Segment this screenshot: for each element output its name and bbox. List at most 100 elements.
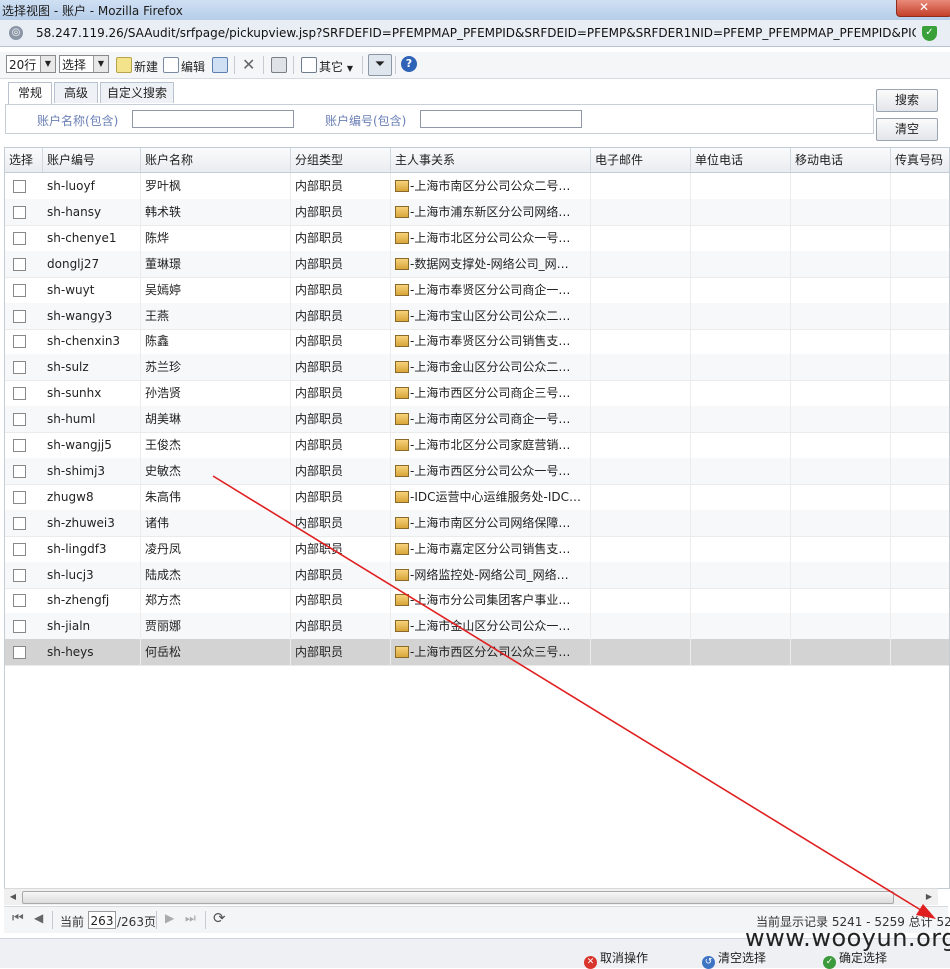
window-close-button[interactable]: ✕ [896, 0, 950, 17]
table-row[interactable]: sh-sulz 苏兰珍 内部职员 -上海市金山区分公司公众二… [5, 354, 949, 382]
print-button[interactable] [271, 57, 289, 73]
table-row[interactable]: sh-zhuwei3 诸伟 内部职员 -上海市南区分公司网络保障… [5, 509, 949, 537]
other-menu-button[interactable]: 其它 ▼ [301, 57, 353, 74]
table-row[interactable]: sh-heys 何岳松 内部职员 -上海市西区分公司公众三号… [5, 639, 949, 667]
column-header[interactable]: 单位电话 [691, 148, 791, 172]
row-checkbox[interactable] [13, 439, 26, 452]
column-header[interactable]: 账户名称 [141, 148, 291, 172]
column-header[interactable]: 分组类型 [291, 148, 391, 172]
select-dropdown[interactable]: 选择 ▼ [59, 55, 109, 73]
scrollbar-thumb[interactable] [22, 891, 894, 904]
edit-button[interactable]: 编辑 [163, 57, 205, 74]
tab-advanced[interactable]: 高级 [54, 82, 98, 103]
cell-empty [891, 225, 949, 251]
table-row[interactable]: sh-wuyt 吴嫣婷 内部职员 -上海市奉贤区分公司商企一… [5, 276, 949, 304]
column-header[interactable]: 账户编号 [43, 148, 141, 172]
table-row[interactable]: sh-wangy3 王燕 内部职员 -上海市宝山区分公司公众二… [5, 302, 949, 330]
address-bar[interactable]: ◎ 58.247.119.26/SAAudit/srfpage/pickupvi… [0, 20, 950, 47]
row-checkbox[interactable] [13, 464, 26, 478]
table-row[interactable]: sh-chenxin3 陈鑫 内部职员 -上海市奉贤区分公司销售支… [5, 328, 949, 356]
scroll-right-icon[interactable]: ▶ [922, 890, 936, 904]
cell-id: zhugw8 [43, 483, 141, 510]
delete-icon[interactable]: ✕ [242, 57, 255, 73]
table-row[interactable]: sh-lingdf3 凌丹凤 内部职员 -上海市嘉定区分公司销售支… [5, 535, 949, 563]
undo-icon: ↺ [702, 956, 715, 969]
url-text[interactable]: 58.247.119.26/SAAudit/srfpage/pickupview… [36, 26, 916, 40]
refresh-icon[interactable]: ⟳ [213, 909, 226, 927]
cell-empty [791, 224, 891, 251]
cell-id: sh-zhuwei3 [43, 509, 141, 536]
column-header[interactable]: 选择 [5, 148, 43, 172]
row-checkbox[interactable] [13, 516, 26, 530]
table-row[interactable]: sh-zhengfj 郑方杰 内部职员 -上海市分公司集团客户事业… [5, 587, 949, 615]
cell-empty [891, 303, 949, 329]
tab-general[interactable]: 常规 [8, 82, 52, 104]
cell-empty [591, 328, 691, 355]
tab-custom-search[interactable]: 自定义搜索 [100, 82, 174, 103]
row-checkbox[interactable] [13, 646, 26, 660]
row-checkbox[interactable] [13, 180, 26, 193]
column-header[interactable]: 电子邮件 [591, 148, 691, 172]
table-row[interactable]: sh-sunhx 孙浩贤 内部职员 -上海市西区分公司商企三号… [5, 380, 949, 408]
row-checkbox[interactable] [13, 542, 26, 556]
row-checkbox[interactable] [13, 283, 26, 297]
row-checkbox[interactable] [13, 231, 26, 245]
new-button[interactable]: 新建 [116, 57, 158, 74]
table-row[interactable]: zhugw8 朱高伟 内部职员 -IDC运营中心运维服务处-IDC… [5, 483, 949, 511]
first-page-icon[interactable]: ⏮ [12, 911, 24, 926]
cell-empty [791, 173, 891, 199]
table-row[interactable]: sh-huml 胡美琳 内部职员 -上海市南区分公司商企一号… [5, 406, 949, 434]
cell-empty [691, 328, 791, 355]
column-header[interactable]: 主人事关系 [391, 148, 591, 172]
horizontal-scrollbar[interactable]: ◀ ▶ [4, 888, 938, 905]
filter-icon[interactable]: ⏷ [368, 54, 392, 76]
cell-empty [691, 509, 791, 536]
table-row[interactable]: sh-luoyf 罗叶枫 内部职员 -上海市南区分公司公众二号… [5, 173, 949, 200]
cancel-button[interactable]: ✕ 取消操作 [584, 949, 648, 969]
row-checkbox[interactable] [13, 620, 26, 634]
account-name-input[interactable] [132, 110, 294, 128]
row-checkbox[interactable] [13, 490, 26, 504]
cell-group: 内部职员 [291, 224, 391, 251]
column-header[interactable]: 传真号码 [891, 148, 949, 172]
next-page-icon[interactable]: ▶ [165, 911, 174, 925]
row-checkbox[interactable] [13, 205, 26, 219]
table-row[interactable]: sh-lucj3 陆成杰 内部职员 -网络监控处-网络公司_网络… [5, 561, 949, 589]
row-checkbox[interactable] [13, 568, 26, 582]
row-checkbox[interactable] [13, 257, 26, 271]
clear-button[interactable]: 清空 [876, 118, 938, 141]
row-checkbox[interactable] [13, 335, 26, 349]
page-number-input[interactable]: 263 [88, 911, 116, 929]
table-row[interactable]: sh-jialn 贾丽娜 内部职员 -上海市金山区分公司公众一… [5, 613, 949, 641]
table-row[interactable]: sh-wangjj5 王俊杰 内部职员 -上海市北区分公司家庭营销… [5, 432, 949, 459]
table-row[interactable]: sh-chenye1 陈烨 内部职员 -上海市北区分公司公众一号… [5, 224, 949, 252]
table-row[interactable]: sh-shimj3 史敏杰 内部职员 -上海市西区分公司公众一号… [5, 457, 949, 485]
cell-relation: -上海市西区分公司公众三号… [391, 639, 591, 666]
table-row[interactable]: sh-hansy 韩术轶 内部职员 -上海市浦东新区分公司网络… [5, 198, 949, 226]
column-header[interactable]: 移动电话 [791, 148, 891, 172]
row-checkbox[interactable] [13, 309, 26, 323]
row-checkbox[interactable] [13, 594, 26, 608]
cell-empty [791, 561, 891, 588]
help-icon[interactable]: ? [401, 56, 417, 72]
prev-page-icon[interactable]: ◀ [34, 911, 43, 925]
copy-button[interactable] [212, 57, 230, 73]
row-checkbox[interactable] [13, 387, 26, 401]
row-checkbox[interactable] [13, 413, 26, 427]
last-page-icon[interactable]: ⏭ [185, 911, 196, 926]
confirm-selection-button[interactable]: ✓ 确定选择 [823, 949, 887, 969]
cell-name: 孙浩贤 [141, 380, 291, 407]
cell-relation-text: -上海市西区分公司公众三号… [410, 645, 571, 660]
page-size-select[interactable]: 20行 ▼ [6, 55, 56, 73]
account-id-input[interactable] [420, 110, 582, 128]
table-row[interactable]: donglj27 董琳璟 内部职员 -数据网支撑处-网络公司_网… [5, 250, 949, 278]
cell-relation: -上海市嘉定区分公司销售支… [391, 535, 591, 562]
scroll-left-icon[interactable]: ◀ [6, 890, 20, 904]
confirm-label: 确定选择 [839, 951, 888, 965]
cell-group: 内部职员 [291, 561, 391, 588]
row-checkbox[interactable] [13, 361, 26, 375]
clear-selection-button[interactable]: ↺ 清空选择 [702, 949, 766, 969]
cell-name: 郑方杰 [141, 587, 291, 614]
search-button[interactable]: 搜索 [876, 89, 938, 112]
security-shield-icon[interactable]: ✓ [922, 26, 937, 41]
